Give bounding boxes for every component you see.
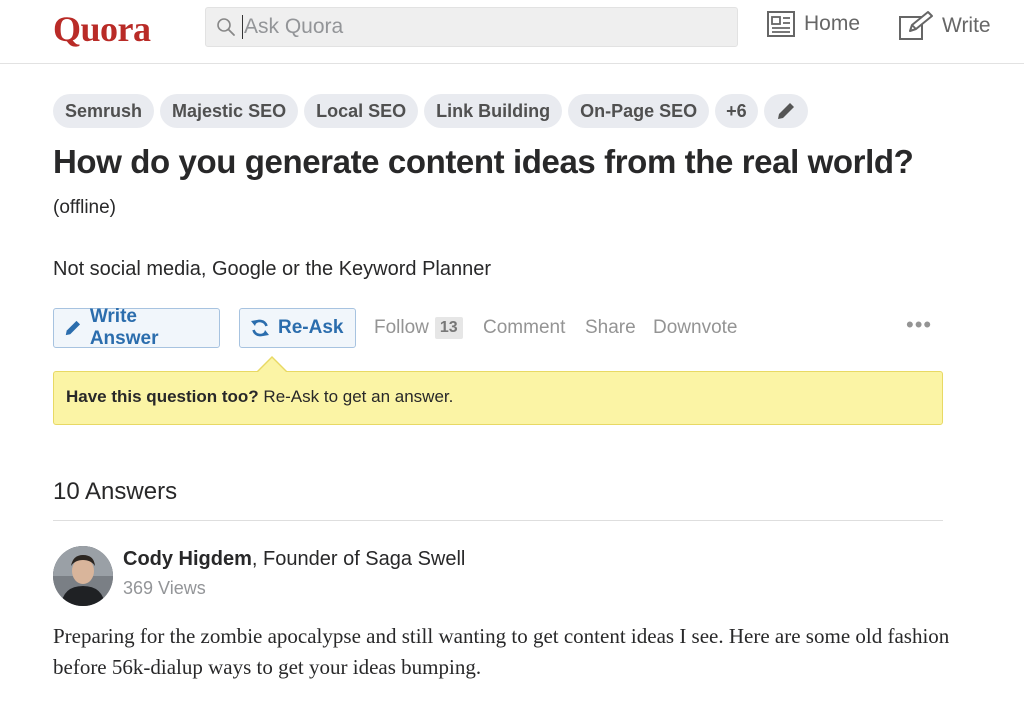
topic-local-seo[interactable]: Local SEO	[304, 94, 419, 128]
follow-label: Follow	[374, 317, 429, 338]
topic-more-button[interactable]: +6	[715, 94, 758, 128]
nav-home[interactable]: Home	[766, 10, 860, 38]
author-credential: , Founder of Saga Swell	[251, 548, 466, 570]
search-bar[interactable]	[205, 7, 738, 47]
search-input[interactable]	[242, 15, 722, 39]
comment-button[interactable]: Comment	[483, 317, 565, 339]
user-photo-icon	[53, 546, 113, 606]
notice-pointer-fill	[257, 358, 287, 373]
share-button[interactable]: Share	[585, 317, 636, 339]
downvote-button[interactable]: Downvote	[653, 317, 738, 339]
notice-bold-text: Have this question too?	[66, 387, 259, 406]
topic-majestic-seo[interactable]: Majestic SEO	[160, 94, 299, 128]
section-divider	[53, 520, 943, 521]
feed-icon	[767, 11, 795, 37]
edit-topics-button[interactable]	[763, 94, 808, 128]
more-options-button[interactable]: •••	[906, 312, 932, 338]
topic-semrush[interactable]: Semrush	[53, 94, 155, 128]
nav-write-label: Write	[942, 14, 991, 37]
pencil-icon	[777, 103, 794, 119]
topic-link-building[interactable]: Link Building	[424, 94, 563, 128]
topic-list: Semrush Majestic SEO Local SEO Link Buil…	[53, 94, 808, 128]
nav-write[interactable]: Write	[898, 10, 991, 42]
write-icon	[899, 11, 933, 40]
quora-logo[interactable]: Quora	[53, 8, 151, 50]
question-action-bar: Write Answer Re-Ask Follow 13 Comment Sh…	[53, 306, 943, 349]
question-details: Not social media, Google or the Keyword …	[53, 258, 492, 280]
reask-button[interactable]: Re-Ask	[239, 308, 356, 348]
topic-on-page-seo[interactable]: On-Page SEO	[568, 94, 710, 128]
answer-views: 369 Views	[123, 578, 206, 598]
question-title: How do you generate content ideas from t…	[53, 143, 914, 180]
author-name-link[interactable]: Cody Higdem	[123, 548, 252, 570]
write-answer-button[interactable]: Write Answer	[53, 306, 220, 349]
notice-text: Re-Ask to get an answer.	[258, 387, 454, 406]
question-subtitle: (offline)	[53, 197, 117, 218]
reask-label: Re-Ask	[278, 317, 344, 338]
search-icon	[217, 18, 235, 36]
avatar[interactable]	[53, 546, 113, 606]
nav-home-label: Home	[804, 12, 861, 35]
answers-count: 10 Answers	[53, 478, 178, 505]
follow-count-badge: 13	[434, 317, 463, 339]
write-answer-label: Write Answer	[89, 306, 159, 349]
refresh-icon	[251, 319, 269, 337]
answer-body: Preparing for the zombie apocalypse and …	[53, 624, 950, 679]
reask-notice: Have this question too? Re-Ask to get an…	[53, 371, 943, 425]
follow-button[interactable]: Follow 13	[374, 317, 463, 339]
answer-author-line: Cody Higdem, Founder of Saga Swell	[123, 548, 465, 571]
pencil-icon	[65, 320, 81, 336]
top-header: Quora Home Write	[0, 0, 1024, 64]
